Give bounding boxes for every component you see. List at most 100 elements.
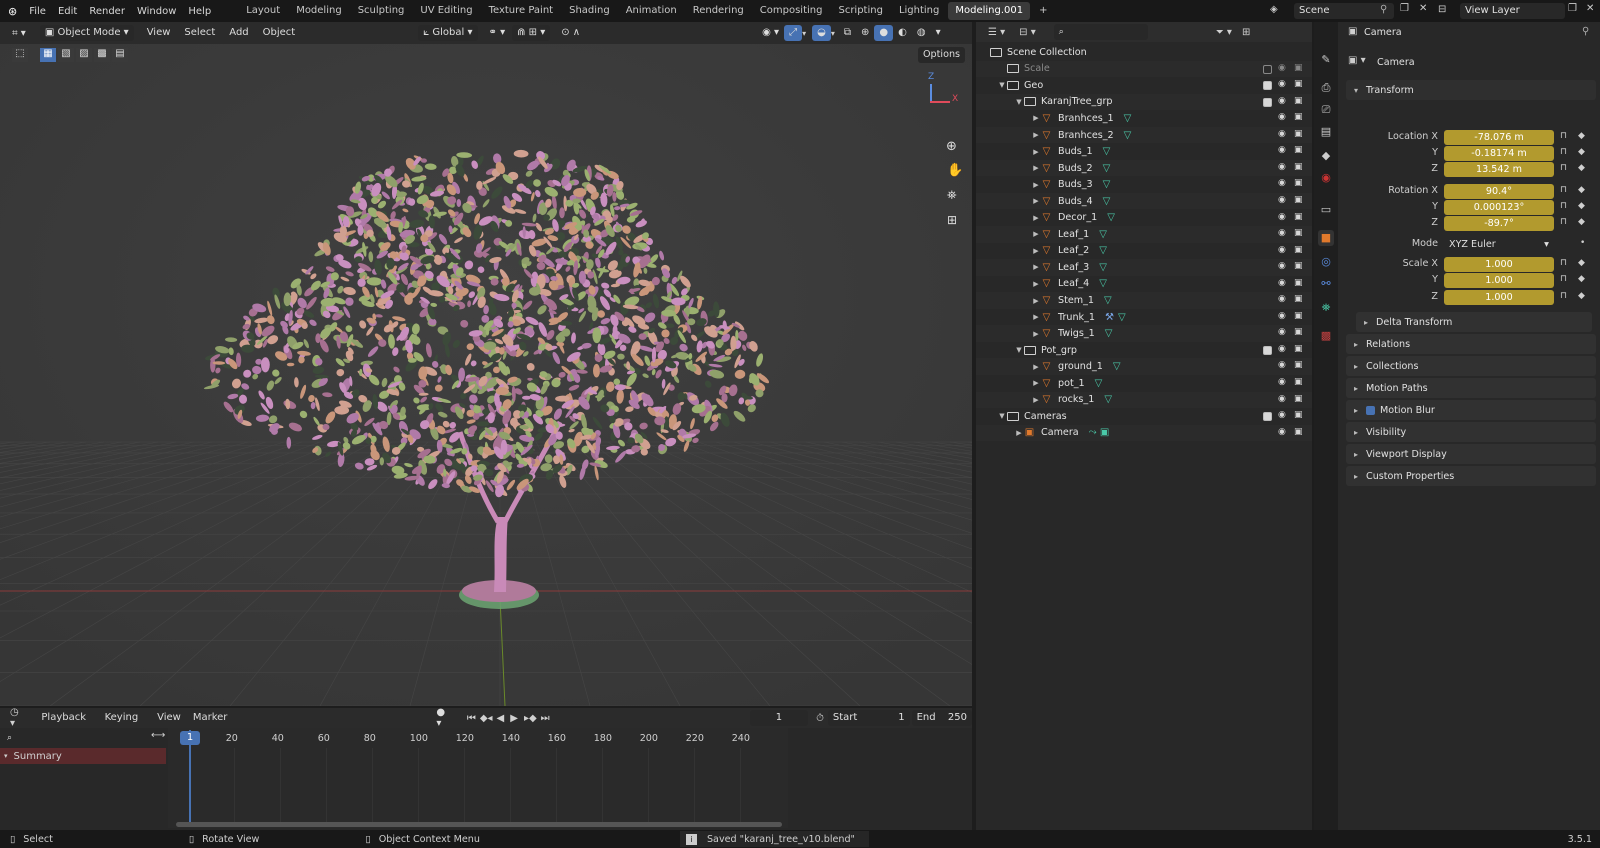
expand-toggle-icon[interactable]: ▶: [1031, 230, 1041, 238]
visibility-eye-icon[interactable]: ◉: [1278, 195, 1286, 205]
view-layer-tab-icon[interactable]: ▤: [1318, 124, 1334, 140]
tab-rendering[interactable]: Rendering: [686, 2, 751, 20]
camera-data-tab-icon[interactable]: ⛯: [1318, 300, 1334, 316]
outliner-row[interactable]: Scene Collection: [976, 44, 1312, 61]
start-frame-field[interactable]: Start 1: [827, 710, 910, 726]
render-camera-icon[interactable]: ▣: [1294, 228, 1303, 238]
render-camera-icon[interactable]: ▣: [1294, 294, 1303, 304]
lock-icon[interactable]: ⊓: [1560, 217, 1567, 227]
blender-logo-icon[interactable]: ⊛: [8, 5, 17, 18]
render-tab-icon[interactable]: ⎙: [1318, 80, 1334, 96]
visibility-eye-icon[interactable]: ◉: [1278, 79, 1286, 89]
axis-gizmo[interactable]: Z X: [924, 72, 964, 128]
menu-help[interactable]: Help: [182, 6, 217, 17]
rotation-y-field[interactable]: 0.000123°: [1444, 200, 1554, 215]
expand-toggle-icon[interactable]: ▶: [1031, 379, 1041, 387]
render-camera-icon[interactable]: ▣: [1294, 112, 1303, 122]
tab-compositing[interactable]: Compositing: [753, 2, 830, 20]
mesh-data-icon[interactable]: ▽: [1099, 229, 1107, 240]
end-frame-field[interactable]: End 250: [911, 710, 972, 726]
menu-select[interactable]: Select: [179, 25, 220, 41]
render-camera-icon[interactable]: ▣: [1294, 311, 1303, 321]
outliner-row[interactable]: ▶ ▽ Decor_1 ▽ ◉ ▣: [976, 210, 1312, 227]
wireframe-shading-icon[interactable]: ⊕: [856, 25, 874, 41]
rotation-z-field[interactable]: -89.7°: [1444, 216, 1554, 231]
visibility-eye-icon[interactable]: ◉: [1278, 112, 1286, 122]
render-camera-icon[interactable]: ▣: [1294, 427, 1303, 437]
preview-range-icon[interactable]: ⏱: [816, 713, 824, 724]
timeline-search-input[interactable]: ⌕: [2, 730, 147, 746]
prev-key-icon[interactable]: ◆◂: [480, 713, 493, 724]
render-camera-icon[interactable]: ▣: [1294, 344, 1303, 354]
world-tab-icon[interactable]: ◉: [1318, 170, 1334, 186]
scale-x-field[interactable]: 1.000: [1444, 257, 1554, 272]
solid-shading-icon[interactable]: ●: [874, 25, 894, 41]
visibility-eye-icon[interactable]: ◉: [1278, 245, 1286, 255]
visibility-eye-icon[interactable]: ◉: [1278, 96, 1286, 106]
camera-view-icon[interactable]: ⛯: [947, 188, 957, 203]
visibility-eye-icon[interactable]: ◉: [1278, 278, 1286, 288]
keyframe-icon[interactable]: ◆: [1578, 291, 1585, 301]
lock-icon[interactable]: ⊓: [1560, 131, 1567, 141]
menu-keying[interactable]: Keying ▾: [100, 710, 151, 739]
visibility-eye-icon[interactable]: ◉: [1278, 427, 1286, 437]
proportional-edit-icon[interactable]: ⊙ ∧: [556, 25, 585, 41]
lock-icon[interactable]: ⊓: [1560, 147, 1567, 157]
current-frame-field[interactable]: 1: [749, 710, 809, 726]
display-mode-icon[interactable]: ⊟ ▾: [1019, 27, 1036, 38]
mode-selector[interactable]: ▣ Object Mode ▾: [39, 25, 134, 41]
overlay-toggle-icon[interactable]: ◒: [812, 25, 831, 41]
tweak-tool-icon[interactable]: ⬚: [12, 48, 28, 62]
visibility-eye-icon[interactable]: ◉: [1278, 129, 1286, 139]
outliner-row[interactable]: ▶ ▽ Buds_1 ▽ ◉ ▣: [976, 143, 1312, 160]
expand-toggle-icon[interactable]: ▶: [1031, 247, 1041, 255]
editor-type-icon[interactable]: ⌗ ▾: [12, 28, 26, 39]
menu-render[interactable]: Render: [83, 6, 131, 17]
expand-toggle-icon[interactable]: ▶: [1031, 263, 1041, 271]
mesh-data-icon[interactable]: ▽: [1113, 361, 1121, 372]
relations-panel[interactable]: ▸ Relations: [1346, 334, 1596, 354]
transform-orientation[interactable]: ⟀ Global ▾: [418, 25, 478, 41]
visibility-eye-icon[interactable]: ◉: [1278, 327, 1286, 337]
outliner-row[interactable]: ▼ Geo ◉ ▣: [976, 77, 1312, 94]
visibility-eye-icon[interactable]: ◉: [1278, 410, 1286, 420]
render-camera-icon[interactable]: ▣: [1294, 79, 1303, 89]
tab-layout[interactable]: Layout: [239, 2, 287, 20]
visibility-eye-icon[interactable]: ◉: [1278, 178, 1286, 188]
lock-icon[interactable]: ⊓: [1560, 185, 1567, 195]
timeline-editor-icon[interactable]: ◷ ▾: [10, 707, 26, 729]
new-collection-icon[interactable]: ⊞: [1242, 27, 1250, 38]
timeline-scrollbar[interactable]: [176, 822, 782, 827]
rotation-mode-dropdown[interactable]: XYZ Euler ▾: [1444, 237, 1554, 253]
expand-toggle-icon[interactable]: ▶: [1031, 164, 1041, 172]
scale-z-field[interactable]: 1.000: [1444, 290, 1554, 305]
tab-texture-paint[interactable]: Texture Paint: [482, 2, 561, 20]
tab-shading[interactable]: Shading: [562, 2, 617, 20]
object-name-field[interactable]: Camera: [1372, 55, 1592, 71]
visibility-eye-icon[interactable]: ◉: [1278, 145, 1286, 155]
tab-modeling[interactable]: Modeling: [289, 2, 349, 20]
render-camera-icon[interactable]: ▣: [1294, 410, 1303, 420]
render-camera-icon[interactable]: ▣: [1294, 178, 1303, 188]
lock-icon[interactable]: ⊓: [1560, 274, 1567, 284]
mesh-data-icon[interactable]: ▽: [1107, 212, 1115, 223]
scale-y-field[interactable]: 1.000: [1444, 273, 1554, 288]
mesh-data-icon[interactable]: ▽: [1099, 278, 1107, 289]
expand-toggle-icon[interactable]: ▼: [1014, 346, 1024, 354]
location-z-field[interactable]: 13.542 m: [1444, 162, 1554, 177]
mesh-data-icon[interactable]: ▽: [1099, 262, 1107, 273]
outliner-row[interactable]: ▶ ▽ Buds_4 ▽ ◉ ▣: [976, 192, 1312, 210]
transform-panel-header[interactable]: ▾ Transform: [1346, 80, 1596, 100]
keyframe-icon[interactable]: ◆: [1578, 258, 1585, 268]
pivot-icon[interactable]: ⚭ ▾: [484, 25, 511, 41]
rotation-x-field[interactable]: 90.4°: [1444, 184, 1554, 199]
mesh-data-icon[interactable]: ▽: [1104, 295, 1112, 306]
mesh-data-icon[interactable]: ▽: [1124, 113, 1132, 124]
material-shading-icon[interactable]: ◐: [893, 25, 912, 41]
view-layer-selector[interactable]: View Layer: [1460, 3, 1565, 19]
tab-sculpting[interactable]: Sculpting: [351, 2, 412, 20]
mesh-data-icon[interactable]: ▽: [1099, 245, 1107, 256]
outliner-row[interactable]: ▶ ▽ Branhces_2 ▽ ◉ ▣: [976, 126, 1312, 144]
keyframe-icon[interactable]: ◆: [1578, 147, 1585, 157]
expand-toggle-icon[interactable]: ▶: [1031, 297, 1041, 305]
